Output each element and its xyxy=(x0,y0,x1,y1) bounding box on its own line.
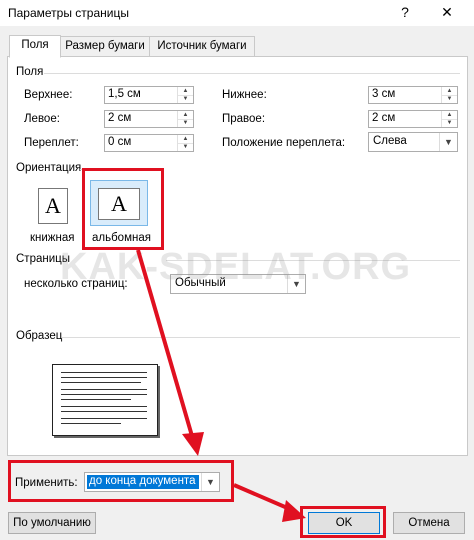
arrow-head-icon xyxy=(182,432,204,456)
arrow-line xyxy=(136,249,194,437)
arrow-line xyxy=(233,483,293,512)
arrow-head-icon xyxy=(282,500,306,522)
tab-margins[interactable]: Поля xyxy=(9,35,61,58)
annotation-arrows xyxy=(136,249,306,522)
